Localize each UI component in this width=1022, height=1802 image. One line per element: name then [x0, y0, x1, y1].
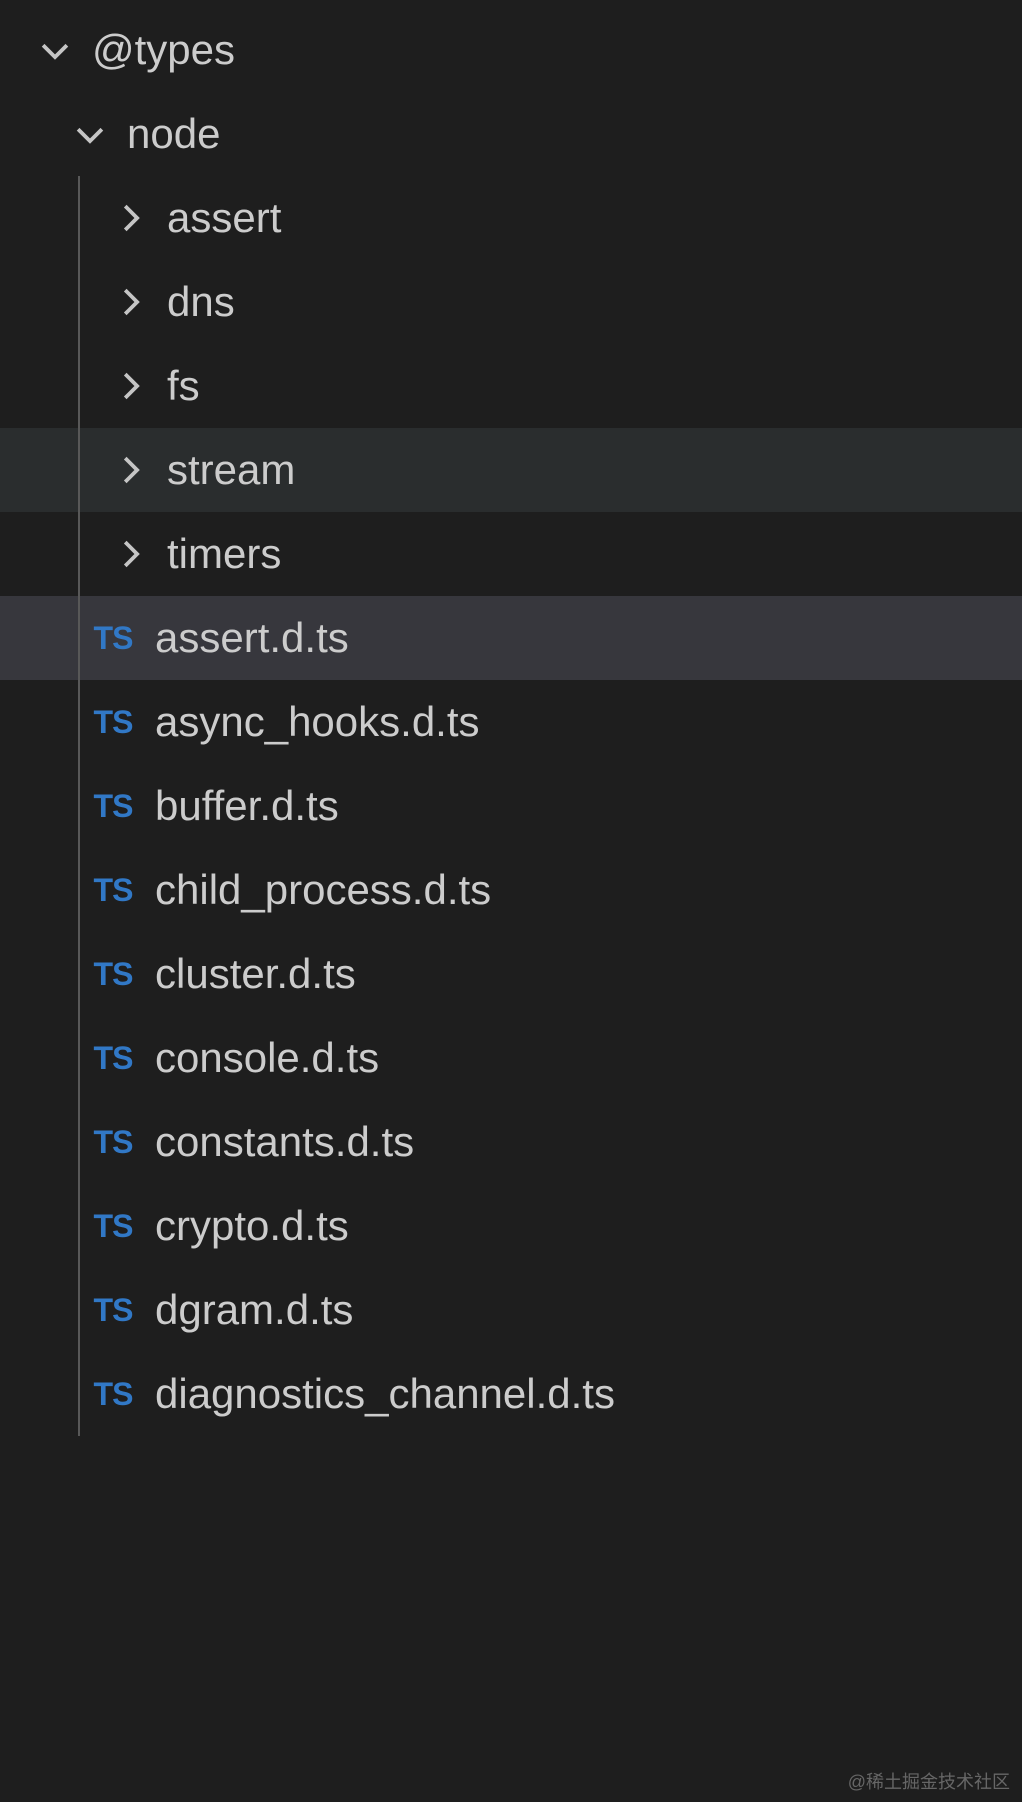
tree-folder[interactable]: assert — [0, 176, 1022, 260]
tree-file[interactable]: TS assert.d.ts — [0, 596, 1022, 680]
file-label: child_process.d.ts — [155, 866, 491, 914]
typescript-file-icon: TS — [85, 1292, 141, 1329]
typescript-file-icon: TS — [85, 1208, 141, 1245]
typescript-file-icon: TS — [85, 1040, 141, 1077]
file-label: dgram.d.ts — [155, 1286, 353, 1334]
file-label: constants.d.ts — [155, 1118, 414, 1166]
chevron-right-icon — [105, 361, 155, 411]
tree-file[interactable]: TS buffer.d.ts — [0, 764, 1022, 848]
indent-guide — [78, 512, 80, 596]
file-label: console.d.ts — [155, 1034, 379, 1082]
typescript-file-icon: TS — [85, 1376, 141, 1413]
folder-label: node — [127, 110, 220, 158]
tree-folder[interactable]: fs — [0, 344, 1022, 428]
indent-guide — [78, 848, 80, 932]
file-label: diagnostics_channel.d.ts — [155, 1370, 615, 1418]
chevron-right-icon — [105, 445, 155, 495]
typescript-file-icon: TS — [85, 788, 141, 825]
indent-guide — [78, 1100, 80, 1184]
chevron-right-icon — [105, 529, 155, 579]
folder-label: assert — [167, 194, 281, 242]
indent-guide — [78, 428, 80, 512]
indent-guide — [78, 680, 80, 764]
indent-guide — [78, 176, 80, 260]
indent-guide — [78, 1184, 80, 1268]
file-label: async_hooks.d.ts — [155, 698, 480, 746]
chevron-down-icon — [30, 25, 80, 75]
indent-guide — [78, 1352, 80, 1436]
folder-label: fs — [167, 362, 200, 410]
file-label: assert.d.ts — [155, 614, 349, 662]
folder-label: timers — [167, 530, 281, 578]
typescript-file-icon: TS — [85, 872, 141, 909]
chevron-right-icon — [105, 277, 155, 327]
folder-label: stream — [167, 446, 295, 494]
file-label: buffer.d.ts — [155, 782, 339, 830]
indent-guide — [78, 932, 80, 1016]
tree-file[interactable]: TS diagnostics_channel.d.ts — [0, 1352, 1022, 1436]
typescript-file-icon: TS — [85, 620, 141, 657]
chevron-down-icon — [65, 109, 115, 159]
indent-guide — [78, 1268, 80, 1352]
file-label: crypto.d.ts — [155, 1202, 349, 1250]
tree-file[interactable]: TS cluster.d.ts — [0, 932, 1022, 1016]
typescript-file-icon: TS — [85, 956, 141, 993]
tree-folder[interactable]: timers — [0, 512, 1022, 596]
tree-file[interactable]: TS constants.d.ts — [0, 1100, 1022, 1184]
indent-guide — [78, 764, 80, 848]
indent-guide — [78, 260, 80, 344]
tree-file[interactable]: TS crypto.d.ts — [0, 1184, 1022, 1268]
folder-label: @types — [92, 26, 235, 74]
tree-folder-types[interactable]: @types — [0, 8, 1022, 92]
file-label: cluster.d.ts — [155, 950, 356, 998]
tree-file[interactable]: TS console.d.ts — [0, 1016, 1022, 1100]
tree-file[interactable]: TS dgram.d.ts — [0, 1268, 1022, 1352]
typescript-file-icon: TS — [85, 704, 141, 741]
indent-guide — [78, 344, 80, 428]
tree-file[interactable]: TS async_hooks.d.ts — [0, 680, 1022, 764]
folder-label: dns — [167, 278, 235, 326]
watermark-text: @稀土掘金技术社区 — [848, 1768, 1010, 1794]
typescript-file-icon: TS — [85, 1124, 141, 1161]
indent-guide — [78, 596, 80, 680]
indent-guide — [78, 1016, 80, 1100]
tree-folder[interactable]: stream — [0, 428, 1022, 512]
tree-folder-node[interactable]: node — [0, 92, 1022, 176]
tree-file[interactable]: TS child_process.d.ts — [0, 848, 1022, 932]
tree-folder[interactable]: dns — [0, 260, 1022, 344]
file-tree: @types node assert dns fs stream timers TS as… — [0, 0, 1022, 1436]
chevron-right-icon — [105, 193, 155, 243]
